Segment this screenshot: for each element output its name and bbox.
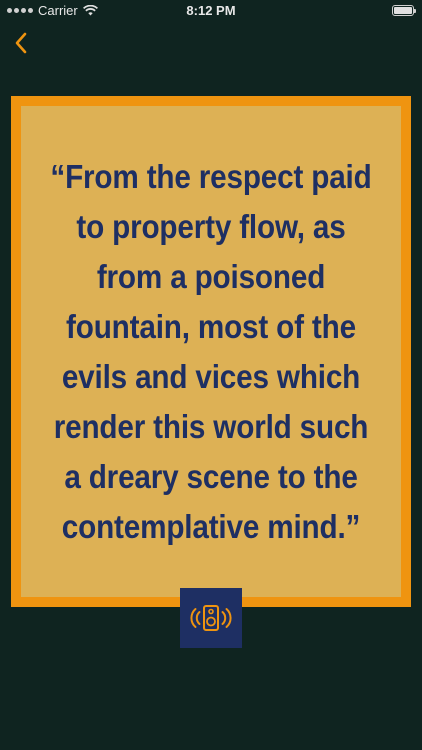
play-audio-button[interactable] <box>180 588 242 648</box>
back-button[interactable] <box>8 30 34 56</box>
status-time: 8:12 PM <box>186 3 236 18</box>
status-bar: Carrier 8:12 PM <box>0 0 422 22</box>
chevron-left-icon <box>15 32 27 54</box>
quote-text: “From the respect paid to property flow,… <box>50 157 372 545</box>
quote-card: “From the respect paid to property flow,… <box>21 106 401 597</box>
quote-frame: “From the respect paid to property flow,… <box>11 96 411 607</box>
speaker-sound-icon <box>190 605 232 631</box>
battery-icon <box>392 5 416 16</box>
